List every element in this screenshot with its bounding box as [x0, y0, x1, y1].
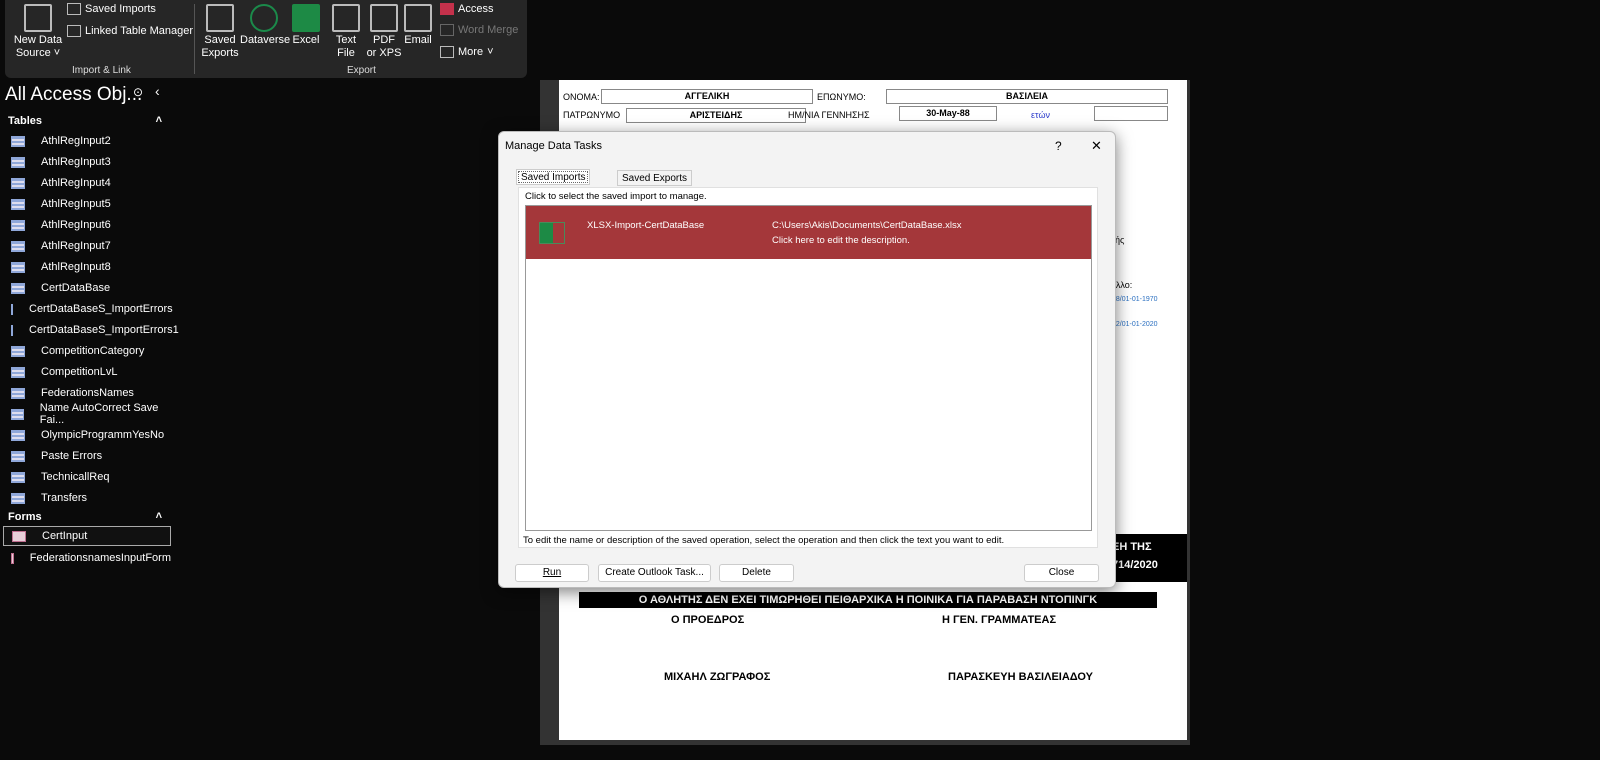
eponymo-field[interactable]: ΒΑΣΙΛΕΙΑ: [886, 89, 1168, 104]
nav-table-item[interactable]: AthlRegInput8: [3, 257, 171, 277]
pdf-export-button[interactable]: PDF or XPS: [363, 2, 405, 60]
manage-data-tasks-dialog: Manage Data Tasks ? ✕ Saved Imports Save…: [498, 131, 1116, 588]
nav-table-item[interactable]: Transfers: [3, 488, 171, 508]
table-icon: [11, 450, 25, 462]
nav-table-item[interactable]: AthlRegInput3: [3, 152, 171, 172]
table-icon: [11, 282, 25, 294]
forms-section-header[interactable]: Forms ˄: [8, 510, 168, 523]
nav-table-item[interactable]: AthlRegInput7: [3, 236, 171, 256]
birth-date-field[interactable]: 30-May-88: [899, 106, 997, 121]
table-icon: [11, 387, 25, 399]
folder-arrow-icon: [206, 4, 234, 32]
navigation-pane: All Access Obj... ⊙ ‹ Tables ˄ AthlRegInp…: [0, 80, 179, 760]
email-export-button[interactable]: Email: [402, 2, 434, 47]
nav-table-item[interactable]: AthlRegInput4: [3, 173, 171, 193]
doping-banner: Ο ΑΘΛΗΤΗΣ ΔΕΝ ΕΧΕΙ ΤΙΜΩΡΗΘΕΙ ΠΕΙΘΑΡΧΙΚΑ …: [579, 592, 1157, 608]
table-icon: [11, 303, 13, 315]
access-export-button[interactable]: Access: [440, 3, 493, 15]
nav-table-item[interactable]: TechnicallReq: [3, 467, 171, 487]
chevron-up-icon: ˄: [155, 510, 162, 522]
table-icon: [11, 219, 25, 231]
list-item[interactable]: XLSX-Import-CertDataBase C:\Users\Akis\D…: [526, 206, 1091, 259]
excel-export-button[interactable]: Excel: [290, 2, 322, 47]
patronymo-field[interactable]: ΑΡΙΣΤΕΙΔΗΣ: [626, 108, 806, 123]
chevron-up-icon: ˄: [155, 114, 162, 126]
table-icon: [11, 408, 24, 420]
word-merge-button[interactable]: Word Merge: [440, 24, 518, 36]
import-path: C:\Users\Akis\Documents\CertDataBase.xls…: [772, 220, 962, 231]
new-data-source-button[interactable]: New Data Source ˅: [13, 2, 63, 60]
close-icon[interactable]: ✕: [1091, 138, 1102, 154]
tables-section-header[interactable]: Tables ˄: [8, 114, 168, 127]
linked-table-icon: [67, 25, 81, 37]
saved-exports-button[interactable]: Saved Exports: [200, 2, 240, 60]
table-icon: [11, 429, 25, 441]
linked-table-manager-button[interactable]: Linked Table Manager: [67, 25, 193, 37]
nav-table-item[interactable]: CertDataBase: [3, 278, 171, 298]
excel-icon: [292, 4, 320, 32]
dataverse-icon: [250, 4, 278, 32]
dataverse-button[interactable]: Dataverse: [240, 2, 290, 47]
excel-icon: [539, 222, 565, 244]
table-icon: [11, 471, 25, 483]
table-icon: [11, 240, 25, 252]
pdf-icon: [370, 4, 398, 32]
table-icon: [11, 345, 25, 357]
nav-table-item[interactable]: FederationsNames: [3, 383, 171, 403]
nav-table-item[interactable]: CompetitionCategory: [3, 341, 171, 361]
table-icon: [11, 135, 25, 147]
help-button[interactable]: ?: [1055, 139, 1062, 153]
text-file-icon: [332, 4, 360, 32]
import-link-group-label: Import & Link: [72, 65, 131, 76]
delete-button[interactable]: Delete: [719, 564, 794, 582]
ribbon: New Data Source ˅ Saved Imports Linked T…: [0, 0, 1600, 80]
close-button[interactable]: Close: [1024, 564, 1099, 582]
import-name[interactable]: XLSX-Import-CertDataBase: [587, 220, 704, 231]
saved-imports-list: XLSX-Import-CertDataBase C:\Users\Akis\D…: [525, 205, 1092, 531]
run-button[interactable]: Run: [515, 564, 589, 582]
nav-table-item[interactable]: AthlRegInput6: [3, 215, 171, 235]
more-export-button[interactable]: More ˅: [440, 46, 494, 58]
tab-saved-imports[interactable]: Saved Imports: [516, 169, 591, 185]
text-file-export-button[interactable]: Text File: [328, 2, 364, 60]
table-icon: [11, 156, 25, 168]
nav-table-item[interactable]: Paste Errors: [3, 446, 171, 466]
table-icon: [11, 261, 25, 273]
saved-imports-icon: [67, 3, 81, 15]
nav-table-item[interactable]: Name AutoCorrect Save Fai...: [3, 402, 171, 426]
nav-table-item[interactable]: OlympicProgrammYesNo: [3, 425, 171, 445]
form-icon: [12, 530, 26, 542]
tab-saved-exports[interactable]: Saved Exports: [617, 170, 693, 186]
nav-table-item[interactable]: AthlRegInput5: [3, 194, 171, 214]
word-merge-icon: [440, 24, 454, 36]
nav-menu-icon[interactable]: ⊙: [133, 85, 143, 99]
create-outlook-task-button[interactable]: Create Outlook Task...: [598, 564, 711, 582]
onoma-field[interactable]: ΑΓΓΕΛΙΚΗ: [601, 89, 813, 104]
form-icon: [11, 552, 14, 564]
table-icon: [11, 492, 25, 504]
nav-table-item[interactable]: CertDataBaseS_ImportErrors1: [3, 320, 179, 340]
divider: [194, 4, 195, 74]
nav-form-item[interactable]: CertInput: [3, 526, 171, 546]
table-wand-icon: [24, 4, 52, 32]
nav-table-item[interactable]: AthlRegInput2: [3, 131, 171, 151]
table-icon: [11, 198, 25, 210]
nav-title[interactable]: All Access Obj...: [5, 84, 142, 106]
email-icon: [404, 4, 432, 32]
export-group-label: Export: [347, 65, 376, 76]
nav-table-item[interactable]: CertDataBaseS_ImportErrors: [3, 299, 173, 319]
nav-table-item[interactable]: CompetitionLvL: [3, 362, 171, 382]
saved-imports-button[interactable]: Saved Imports: [67, 3, 156, 15]
more-icon: [440, 46, 454, 58]
dialog-title: Manage Data Tasks: [505, 140, 603, 152]
age-field[interactable]: [1094, 106, 1168, 121]
access-icon: [440, 3, 454, 15]
table-icon: [11, 366, 25, 378]
table-icon: [11, 177, 25, 189]
collapse-nav-icon[interactable]: ‹: [155, 83, 160, 99]
nav-form-item[interactable]: FederationsnamesInputForm: [3, 548, 171, 568]
import-description[interactable]: Click here to edit the description.: [772, 235, 910, 246]
table-icon: [11, 324, 13, 336]
saved-imports-panel: Click to select the saved import to mana…: [518, 187, 1098, 548]
